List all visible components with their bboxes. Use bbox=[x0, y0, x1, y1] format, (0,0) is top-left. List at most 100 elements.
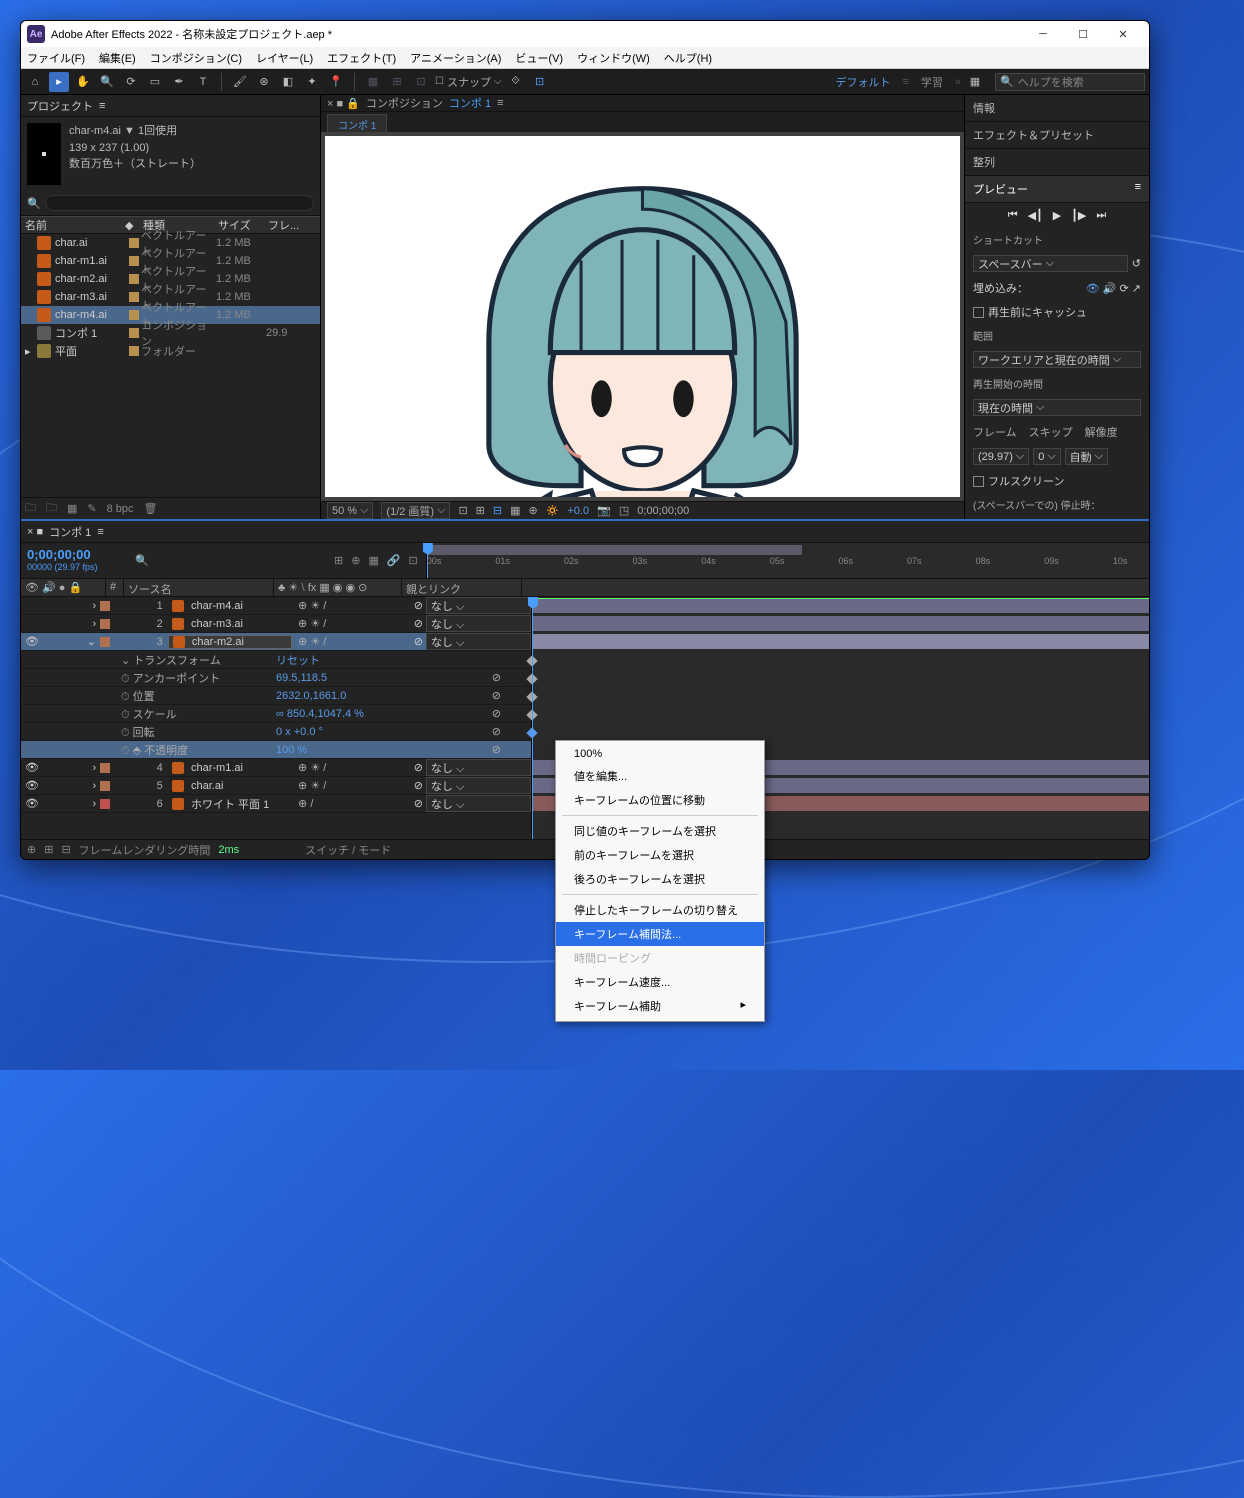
ctx-item[interactable]: キーフレーム補間法... bbox=[556, 922, 764, 946]
maximize-button[interactable]: ☐ bbox=[1063, 21, 1103, 47]
v-icon[interactable]: ⊟ bbox=[493, 504, 502, 517]
hand-tool[interactable]: ✋ bbox=[73, 72, 93, 92]
layer-row[interactable]: 👁›6ホワイト 平面 1⊕ /⊘ なし ⌵ bbox=[21, 795, 531, 813]
skip-dd[interactable]: 0⌵ bbox=[1033, 448, 1060, 465]
ctx-item[interactable]: キーフレーム補助 bbox=[556, 994, 764, 1018]
ctx-item[interactable]: キーフレーム速度... bbox=[556, 970, 764, 994]
frame-dd[interactable]: (29.97)⌵ bbox=[973, 448, 1029, 465]
menu-item[interactable]: ファイル(F) bbox=[27, 50, 85, 66]
ctx-item[interactable]: 同じ値のキーフレームを選択 bbox=[556, 819, 764, 843]
v-icon[interactable]: ▦ bbox=[510, 504, 520, 517]
stamp-tool[interactable]: ⊛ bbox=[254, 72, 274, 92]
snap-toggle[interactable]: ☐ スナップ ⌵ bbox=[435, 74, 502, 90]
align-icon[interactable]: ▦ bbox=[363, 72, 383, 92]
property-row[interactable]: ⏱スケール∞ 850.4,1047.4 %⊘ bbox=[21, 705, 531, 723]
ctx-item[interactable]: キーフレームの位置に移動 bbox=[556, 788, 764, 812]
layer-row[interactable]: 👁›5char.ai⊕ ☀ /⊘ なし ⌵ bbox=[21, 777, 531, 795]
audio-icon[interactable]: 🔊 bbox=[1103, 283, 1117, 295]
comp-tab[interactable]: コンポ 1 bbox=[327, 114, 387, 132]
v-icon[interactable]: ⊕ bbox=[529, 504, 538, 517]
property-row[interactable]: ⏱位置2632.0,1661.0⊘ bbox=[21, 687, 531, 705]
property-row[interactable]: ⏱アンカーポイント69.5,118.5⊘ bbox=[21, 669, 531, 687]
layer-row[interactable]: ›2char-m3.ai⊕ ☀ /⊘ なし ⌵ bbox=[21, 615, 531, 633]
ctx-item[interactable]: 停止したキーフレームの切り替え bbox=[556, 898, 764, 922]
interpret-icon[interactable]: 🗀 bbox=[25, 499, 36, 518]
eraser-tool[interactable]: ◧ bbox=[278, 72, 298, 92]
col-name[interactable]: 名前 bbox=[21, 217, 121, 233]
pen-tool[interactable]: ✒ bbox=[169, 72, 189, 92]
mode-learn[interactable]: 学習 bbox=[913, 74, 951, 90]
pin-tool[interactable]: 📍 bbox=[326, 72, 346, 92]
snapshot-icon[interactable]: 📷 bbox=[597, 504, 611, 517]
range-dd[interactable]: ワークエリアと現在の時間 ⌵ bbox=[973, 351, 1141, 368]
first-frame-icon[interactable]: ⏮ bbox=[1008, 209, 1018, 222]
quality-dd[interactable]: (1/2 画質) ⌵ bbox=[381, 502, 450, 519]
bpc-label[interactable]: 8 bpc bbox=[107, 503, 134, 515]
snap-box[interactable]: ⊡ bbox=[530, 72, 550, 92]
orbit-tool[interactable]: ⟳ bbox=[121, 72, 141, 92]
tl-tab[interactable]: コンポ 1 bbox=[49, 524, 91, 540]
project-search[interactable] bbox=[45, 195, 314, 211]
zoom-dd[interactable]: 50 % ⌵ bbox=[327, 502, 373, 519]
v-icon[interactable]: 🔅 bbox=[546, 504, 560, 517]
exposure[interactable]: +0.0 bbox=[567, 505, 589, 517]
menu-item[interactable]: ヘルプ(H) bbox=[664, 50, 712, 66]
playfrom-dd[interactable]: 現在の時間 ⌵ bbox=[973, 399, 1141, 416]
align-icon-2[interactable]: ⊞ bbox=[387, 72, 407, 92]
layer-row[interactable]: 👁⌄3char-m2.ai⊕ ☀ /⊘ なし ⌵ bbox=[21, 633, 531, 651]
res-dd[interactable]: 自動⌵ bbox=[1065, 448, 1108, 465]
ctx-item[interactable]: 100% bbox=[556, 744, 764, 764]
timecode[interactable]: 0;00;00;00 bbox=[27, 547, 125, 562]
title-bar[interactable]: Ae Adobe After Effects 2022 - 名称未設定プロジェク… bbox=[21, 21, 1149, 47]
comp-canvas[interactable] bbox=[325, 136, 960, 497]
new-comp-icon[interactable]: ▦ bbox=[67, 502, 77, 515]
v-icon[interactable]: ◳ bbox=[619, 504, 629, 517]
property-row[interactable]: ⏱回転0 x +0.0 °⊘ bbox=[21, 723, 531, 741]
viewer-time[interactable]: 0;00;00;00 bbox=[637, 505, 689, 517]
switch-mode[interactable]: スイッチ / モード bbox=[305, 842, 391, 858]
text-tool[interactable]: T bbox=[193, 72, 213, 92]
property-row[interactable]: ⏱⬘ 不透明度100 %⊘ bbox=[21, 741, 531, 759]
fullscr-chk[interactable] bbox=[973, 476, 984, 487]
brush-tool[interactable]: 🖌 bbox=[230, 72, 250, 92]
close-button[interactable]: ✕ bbox=[1103, 21, 1143, 47]
shortcut-dd[interactable]: スペースバー ⌵ bbox=[973, 255, 1128, 272]
info-panel[interactable]: 情報 bbox=[965, 95, 1149, 122]
ctx-item[interactable]: 値を編集... bbox=[556, 764, 764, 788]
ctx-item[interactable]: 時間ローピング bbox=[556, 946, 764, 970]
play-icon[interactable]: ▶ bbox=[1053, 209, 1061, 222]
comp-link[interactable]: コンポ 1 bbox=[449, 95, 491, 111]
snap-opt[interactable]: ⟐ bbox=[506, 72, 526, 92]
reset-icon[interactable]: ↺ bbox=[1132, 257, 1141, 270]
help-search[interactable]: 🔍 ヘルプを検索 bbox=[995, 73, 1145, 91]
layer-row[interactable]: ›1char-m4.ai⊕ ☀ /⊘ なし ⌵ bbox=[21, 597, 531, 615]
preview-panel[interactable]: プレビュー≡ bbox=[965, 176, 1149, 203]
menu-item[interactable]: 編集(E) bbox=[99, 50, 136, 66]
precache-chk[interactable] bbox=[973, 307, 984, 318]
eye-icon[interactable]: 👁 bbox=[1086, 283, 1100, 295]
layer-row[interactable]: 👁›4char-m1.ai⊕ ☀ /⊘ なし ⌵ bbox=[21, 759, 531, 777]
menu-item[interactable]: エフェクト(T) bbox=[327, 50, 396, 66]
ctx-item[interactable]: 前のキーフレームを選択 bbox=[556, 843, 764, 867]
selection-tool[interactable]: ▸ bbox=[49, 72, 69, 92]
v-icon[interactable]: ⊡ bbox=[458, 504, 467, 517]
col-size[interactable]: サイズ bbox=[214, 217, 264, 233]
loop-icon[interactable]: ⟳ bbox=[1120, 283, 1129, 295]
minimize-button[interactable]: ─ bbox=[1023, 21, 1063, 47]
fx-panel[interactable]: エフェクト＆プリセット bbox=[965, 122, 1149, 149]
rect-tool[interactable]: ▭ bbox=[145, 72, 165, 92]
adjust-icon[interactable]: ✎ bbox=[87, 502, 96, 515]
align-panel[interactable]: 整列 bbox=[965, 149, 1149, 176]
project-row[interactable]: コンポ 1コンポジション29.9 bbox=[21, 324, 320, 342]
workspace-icon[interactable]: ▦ bbox=[965, 72, 985, 92]
mode-default[interactable]: デフォルト bbox=[827, 74, 898, 90]
prev-frame-icon[interactable]: ◀┃ bbox=[1028, 209, 1043, 222]
last-frame-icon[interactable]: ⏭ bbox=[1096, 209, 1106, 222]
menu-item[interactable]: コンポジション(C) bbox=[150, 50, 242, 66]
home-tool[interactable]: ⌂ bbox=[25, 72, 45, 92]
next-frame-icon[interactable]: ┃▶ bbox=[1071, 209, 1086, 222]
menu-item[interactable]: アニメーション(A) bbox=[410, 50, 501, 66]
ext-icon[interactable]: ↗ bbox=[1132, 283, 1141, 295]
trash-icon[interactable]: 🗑 bbox=[144, 502, 158, 515]
v-icon[interactable]: ⊞ bbox=[476, 504, 485, 517]
